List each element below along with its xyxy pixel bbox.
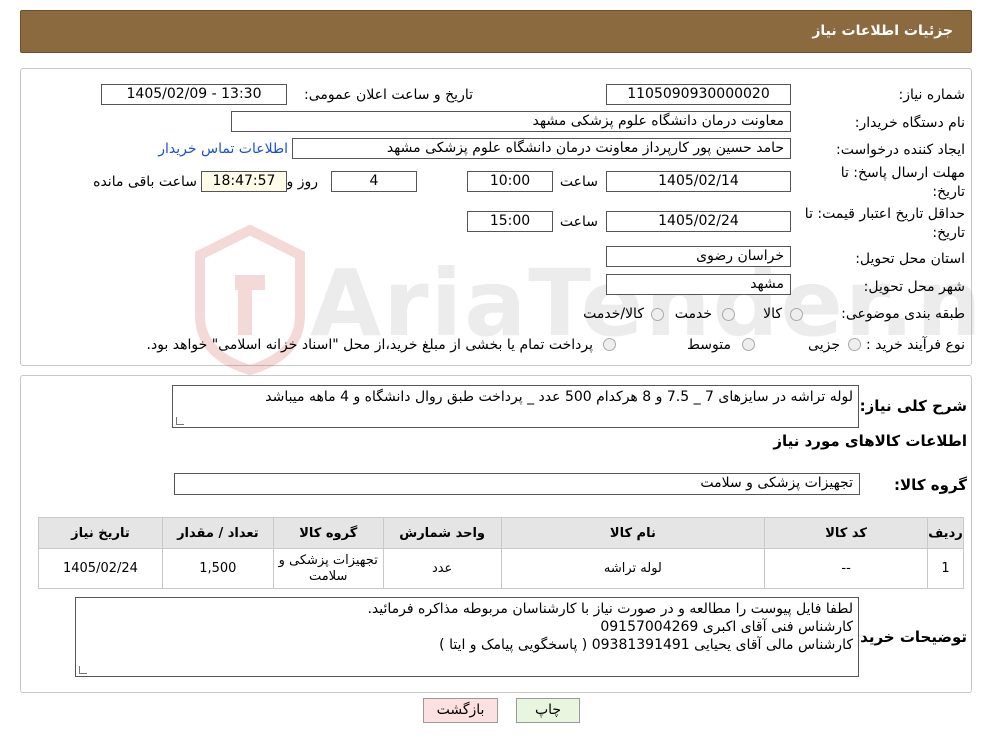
deadline-label: مهلت ارسال پاسخ: تا: [840, 165, 965, 181]
deadline-time-field: 10:00: [467, 171, 553, 192]
category-option-goods: کالا: [763, 306, 782, 322]
remaining-label: ساعت باقی مانده: [93, 174, 197, 190]
buyer-contact-link[interactable]: اطلاعات تماس خریدار: [158, 141, 288, 157]
province-label: استان محل تحویل:: [855, 251, 965, 267]
resize-grip-icon[interactable]: [79, 666, 87, 674]
buyer-notes-textarea[interactable]: لطفا فایل پیوست را مطالعه و در صورت نیاز…: [75, 597, 859, 677]
buyer-notes-label: توضیحات خریدار:: [840, 628, 967, 646]
buyer-org-label: نام دستگاه خریدار:: [854, 115, 965, 131]
summary-label: شرح کلی نیاز:: [859, 397, 967, 415]
buyer-notes-line-1: لطفا فایل پیوست را مطالعه و در صورت نیاز…: [367, 601, 853, 617]
price-valid-date-field: 1405/02/24: [606, 211, 791, 232]
back-button[interactable]: بازگشت: [423, 698, 498, 723]
remaining-time-field: 18:47:57: [201, 171, 287, 192]
cell-unit: عدد: [382, 548, 502, 589]
goods-group-field: تجهیزات پزشکی و سلامت: [174, 473, 860, 495]
category-option-goods-service: کالا/خدمت: [583, 306, 644, 322]
days-label: روز و: [286, 174, 319, 190]
need-number-field: 1105090930000020: [606, 84, 791, 105]
col-goods-name: نام کالا: [500, 517, 766, 549]
province-field: خراسان رضوی: [606, 246, 791, 267]
process-radio-treasury[interactable]: [603, 338, 616, 351]
process-radio-medium[interactable]: [742, 338, 755, 351]
price-valid-time-field: 15:00: [467, 211, 553, 232]
buyer-notes-line-3: کارشناس مالی آقای یحیایی 09381391491 ( پ…: [439, 637, 853, 653]
price-valid-label-date: تاریخ:: [932, 225, 965, 241]
summary-textarea[interactable]: لوله تراشه در سایزهای 7 _ 7.5 و 8 هرکدام…: [172, 385, 859, 428]
cell-quantity: 1,500: [161, 548, 274, 589]
table-row: 1405/02/24 1,500 تجهیزات پزشکی و سلامت ع…: [38, 548, 965, 589]
category-option-service: خدمت: [674, 306, 712, 322]
process-option-medium: متوسط: [687, 337, 731, 353]
process-radio-minor[interactable]: [848, 338, 861, 351]
col-goods-code: کد کالا: [764, 517, 928, 549]
resize-grip-icon[interactable]: [176, 417, 184, 425]
deadline-time-label: ساعت: [559, 174, 598, 190]
city-label: شهر محل تحویل:: [863, 279, 965, 295]
cell-goods-name: لوله تراشه: [500, 548, 766, 589]
cell-row: 1: [926, 548, 965, 589]
col-need-date: تاریخ نیاز: [38, 517, 163, 549]
days-remaining-field: 4: [331, 171, 417, 192]
buyer-notes-line-2: کارشناس فنی آقای اکبری 09157004269: [600, 619, 853, 635]
print-button[interactable]: چاپ: [516, 698, 580, 723]
col-goods-group: گروه کالا: [272, 517, 384, 549]
announce-label: تاریخ و ساعت اعلان عمومی:: [304, 87, 473, 103]
creator-field: حامد حسین پور کارپرداز معاونت درمان دانش…: [292, 138, 791, 159]
page-title-bar: جزئیات اطلاعات نیاز: [20, 10, 972, 53]
col-row: ردیف: [926, 517, 965, 549]
category-label: طبقه بندی موضوعی:: [841, 306, 965, 322]
cell-goods-group: تجهیزات پزشکی و سلامت: [272, 548, 384, 589]
goods-info-title: اطلاعات کالاهای مورد نیاز: [773, 432, 967, 450]
buyer-org-field: معاونت درمان دانشگاه علوم پزشکی مشهد: [231, 111, 791, 132]
price-valid-time-label: ساعت: [559, 214, 598, 230]
category-radio-goods-service[interactable]: [651, 308, 664, 321]
process-option-minor: جزیی: [808, 337, 840, 353]
process-note: پرداخت تمام یا بخشی از مبلغ خرید،از محل …: [146, 337, 593, 353]
col-quantity: تعداد / مقدار: [161, 517, 274, 549]
deadline-date-field: 1405/02/14: [606, 171, 791, 192]
cell-goods-code: --: [764, 548, 928, 589]
summary-text: لوله تراشه در سایزهای 7 _ 7.5 و 8 هرکدام…: [265, 389, 853, 405]
deadline-label-date: تاریخ:: [932, 184, 965, 200]
cell-need-date: 1405/02/24: [38, 548, 163, 589]
items-table: تاریخ نیاز تعداد / مقدار گروه کالا واحد …: [38, 517, 965, 589]
category-radio-goods[interactable]: [790, 308, 803, 321]
price-valid-label: حداقل تاریخ اعتبار قیمت: تا: [804, 206, 965, 222]
creator-label: ایجاد کننده درخواست:: [836, 142, 965, 158]
city-field: مشهد: [606, 274, 791, 295]
col-unit: واحد شمارش: [382, 517, 502, 549]
announce-datetime-field: 1405/02/09 - 13:30: [101, 84, 287, 105]
page-title: جزئیات اطلاعات نیاز: [812, 23, 953, 39]
goods-group-label: گروه کالا:: [894, 476, 967, 494]
need-number-label: شماره نیاز:: [898, 87, 966, 103]
process-label: نوع فرآیند خرید :: [866, 337, 965, 353]
category-radio-service[interactable]: [722, 308, 735, 321]
table-header-row: تاریخ نیاز تعداد / مقدار گروه کالا واحد …: [38, 517, 965, 549]
